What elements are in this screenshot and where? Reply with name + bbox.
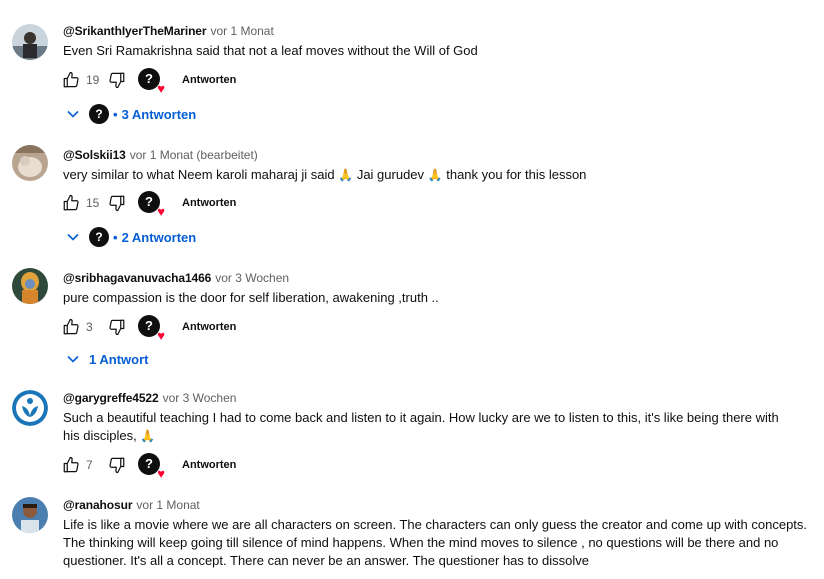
comment-text: Life is like a movie where we are all ch…: [63, 517, 808, 568]
avatar[interactable]: [12, 24, 48, 60]
comment-text: Even Sri Ramakrishna said that not a lea…: [63, 43, 478, 58]
comment-thread: @sribhagavanuvacha1466 vor 3 Wochen pure …: [0, 248, 824, 374]
folded-hands-emoji: 🙏: [140, 429, 156, 443]
thumbs-down-icon: [109, 195, 125, 212]
comment-thread: @Solskii13 vor 1 Monat (bearbeitet) very …: [0, 125, 824, 248]
replies-count-label: 3 Antworten: [121, 106, 197, 122]
dislike-button[interactable]: [106, 316, 128, 338]
thumbs-down-icon: [109, 72, 125, 89]
comment-timestamp[interactable]: vor 3 Wochen: [163, 391, 237, 405]
thumbs-up-icon: [63, 194, 79, 211]
avatar[interactable]: [12, 268, 48, 304]
chevron-down-icon: [66, 352, 80, 366]
comment-author[interactable]: @Solskii13: [63, 148, 126, 162]
comment-author[interactable]: @ranahosur: [63, 498, 132, 512]
comment-actions: 3 ? ♥ Antworten: [60, 315, 236, 343]
like-count: 19: [86, 73, 100, 87]
separator-dot: •: [113, 229, 118, 245]
like-button[interactable]: [60, 69, 82, 91]
thumbs-up-icon: [63, 318, 79, 335]
comment-timestamp[interactable]: vor 1 Monat: [136, 498, 199, 512]
comment-actions: 7 ? ♥ Antworten: [60, 453, 236, 481]
thumbs-up-icon: [63, 71, 79, 88]
comment-text: pure compassion is the door for self lib…: [63, 290, 439, 305]
avatar[interactable]: [12, 145, 48, 181]
comment-author[interactable]: @garygreffe4522: [63, 391, 159, 405]
dislike-button[interactable]: [106, 454, 128, 476]
creator-heart-badge: ? ♥: [138, 68, 165, 96]
replies-count-label: 1 Antwort: [89, 351, 149, 367]
reply-button[interactable]: Antworten: [182, 459, 236, 471]
view-replies-button[interactable]: ? • 2 Antworten: [66, 226, 196, 248]
like-count: 15: [86, 196, 100, 210]
like-count: 3: [86, 320, 93, 334]
comment-author[interactable]: @SrikanthIyerTheMariner: [63, 24, 207, 38]
comment-text: very similar to what Neem karoli maharaj…: [63, 167, 587, 182]
comment-thread: @ranahosur vor 1 Monat Life is like a mov…: [0, 489, 824, 579]
dislike-button[interactable]: [106, 69, 128, 91]
creator-heart-badge: ? ♥: [138, 453, 165, 481]
comment-thread: @SrikanthIyerTheMariner vor 1 Monat Even …: [0, 0, 824, 125]
creator-avatar: ?: [89, 227, 109, 247]
comment-thread: @garygreffe4522 vor 3 Wochen Such a beaut…: [0, 374, 824, 489]
like-count: 7: [86, 458, 93, 472]
creator-heart-icon: ♥: [157, 204, 165, 219]
folded-hands-emoji: 🙏: [427, 168, 443, 182]
comment-author[interactable]: @sribhagavanuvacha1466: [63, 271, 211, 285]
thumbs-down-icon: [109, 457, 125, 474]
view-replies-button[interactable]: 1 Antwort: [66, 348, 148, 370]
thumbs-down-icon: [109, 319, 125, 336]
comment-timestamp[interactable]: vor 1 Monat (bearbeitet): [130, 148, 258, 162]
view-replies-button[interactable]: ? • 3 Antworten: [66, 103, 196, 125]
avatar[interactable]: [12, 390, 48, 426]
comment-actions: 15 ? ♥ Antworten: [60, 191, 236, 219]
chevron-down-icon: [66, 230, 80, 244]
creator-heart-badge: ? ♥: [138, 315, 165, 343]
like-button[interactable]: [60, 454, 82, 476]
like-button[interactable]: [60, 192, 82, 214]
reply-button[interactable]: Antworten: [182, 74, 236, 86]
reply-button[interactable]: Antworten: [182, 197, 236, 209]
replies-count-label: 2 Antworten: [121, 229, 197, 245]
comment-timestamp[interactable]: vor 1 Monat: [210, 24, 273, 38]
creator-heart-icon: ♥: [157, 466, 165, 481]
comment-timestamp[interactable]: vor 3 Wochen: [215, 271, 289, 285]
chevron-down-icon: [66, 107, 80, 121]
dislike-button[interactable]: [106, 192, 128, 214]
creator-heart-icon: ♥: [157, 328, 165, 343]
reply-button[interactable]: Antworten: [182, 321, 236, 333]
creator-heart-icon: ♥: [157, 81, 165, 96]
creator-avatar: ?: [89, 104, 109, 124]
comment-text: Such a beautiful teaching I had to come …: [63, 410, 779, 443]
comment-actions: 19 ? ♥ Antworten: [60, 68, 236, 96]
creator-heart-badge: ? ♥: [138, 191, 165, 219]
folded-hands-emoji: 🙏: [338, 168, 354, 182]
thumbs-up-icon: [63, 456, 79, 473]
avatar[interactable]: [12, 497, 48, 533]
like-button[interactable]: [60, 316, 82, 338]
separator-dot: •: [113, 106, 118, 122]
